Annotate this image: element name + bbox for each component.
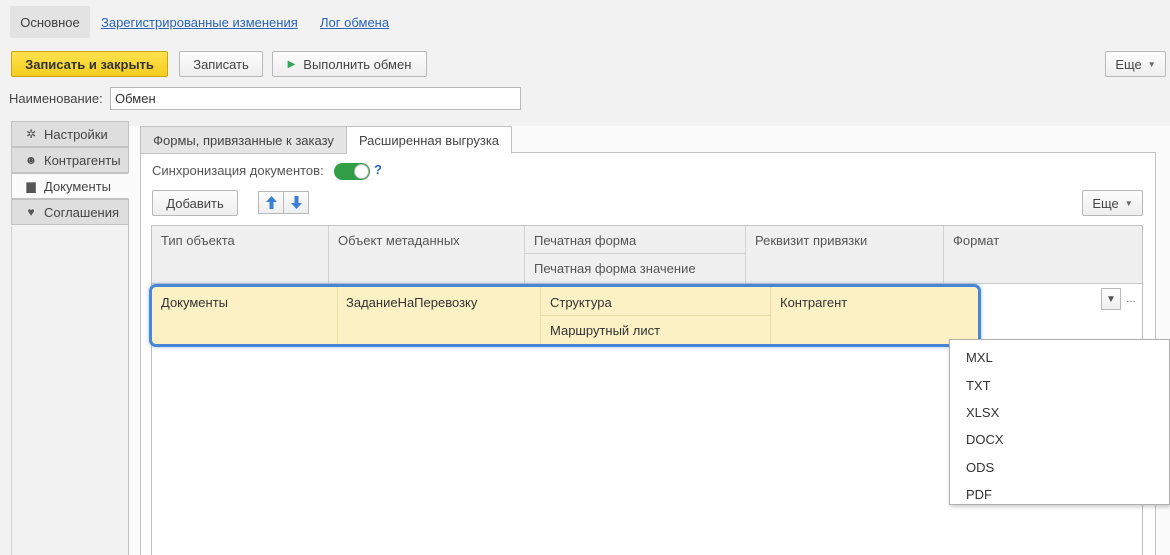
column-header-format[interactable]: Формат bbox=[944, 226, 1142, 284]
column-header-type[interactable]: Тип объекта bbox=[152, 226, 329, 284]
format-option-mxl[interactable]: MXL bbox=[950, 344, 1169, 371]
column-header-print-form-value[interactable]: Печатная форма значение bbox=[525, 254, 746, 284]
gear-icon: ✲ bbox=[25, 127, 37, 141]
tab-label: Формы, привязанные к заказу bbox=[153, 132, 334, 148]
sidetab-label: Настройки bbox=[44, 126, 108, 142]
ellipsis-icon: … bbox=[1126, 293, 1136, 305]
sync-label: Синхронизация документов: bbox=[152, 163, 324, 178]
format-option-pdf[interactable]: PDF bbox=[950, 481, 1169, 508]
list-more-label: Еще bbox=[1092, 195, 1119, 211]
move-down-button[interactable] bbox=[283, 191, 309, 214]
sidetab-label: Контрагенты bbox=[44, 152, 121, 168]
more-button[interactable]: Еще ▼ bbox=[1105, 51, 1166, 77]
save-button[interactable]: Записать bbox=[179, 51, 263, 77]
column-header-attribute[interactable]: Реквизит привязки bbox=[746, 226, 944, 284]
arrow-up-icon bbox=[265, 196, 277, 209]
tab-order-forms[interactable]: Формы, привязанные к заказу bbox=[140, 126, 347, 154]
arrow-down-icon bbox=[290, 196, 302, 209]
sidetab-label: Документы bbox=[44, 178, 112, 194]
cell-divider bbox=[541, 315, 770, 316]
add-label: Добавить bbox=[166, 195, 224, 211]
format-option-txt[interactable]: TXT bbox=[950, 371, 1169, 398]
sidetab-settings[interactable]: ✲ Настройки bbox=[11, 121, 129, 147]
cell-attribute[interactable]: Контрагент bbox=[771, 295, 847, 310]
format-option-xlsx[interactable]: XLSX bbox=[950, 399, 1169, 426]
nav-link-registered-changes[interactable]: Зарегистрированные изменения bbox=[101, 15, 298, 30]
sidetabs-filler bbox=[11, 226, 129, 555]
cell-type[interactable]: Документы bbox=[152, 295, 228, 310]
save-and-close-label: Записать и закрыть bbox=[25, 56, 154, 72]
more-label: Еще bbox=[1115, 56, 1142, 72]
tab-label: Расширенная выгрузка bbox=[358, 132, 500, 148]
tab-extended-export[interactable]: Расширенная выгрузка bbox=[346, 126, 512, 154]
run-exchange-button[interactable]: ▶ Выполнить обмен bbox=[272, 51, 427, 77]
nav-tab-main[interactable]: Основное bbox=[10, 6, 90, 38]
sidetab-label: Соглашения bbox=[44, 204, 120, 220]
people-icon: ☻ bbox=[24, 153, 38, 167]
sync-toggle[interactable] bbox=[334, 163, 370, 180]
sidetab-contractors[interactable]: ☻ Контрагенты bbox=[11, 147, 129, 173]
column-header-print-form[interactable]: Печатная форма bbox=[525, 226, 746, 254]
add-button[interactable]: Добавить bbox=[152, 190, 238, 216]
name-label: Наименование: bbox=[9, 91, 103, 106]
nav-link-exchange-log[interactable]: Лог обмена bbox=[320, 15, 389, 30]
cell-metadata-object[interactable]: ЗаданиеНаПеревозку bbox=[337, 295, 477, 310]
format-dropdown-list: MXL TXT XLSX DOCX ODS PDF bbox=[949, 339, 1170, 505]
sidetab-agreements[interactable]: ♥ Соглашения bbox=[11, 199, 129, 225]
chevron-down-icon: ▼ bbox=[1124, 198, 1133, 208]
document-icon: ▆ bbox=[26, 179, 36, 193]
chevron-down-icon: ▼ bbox=[1147, 59, 1156, 69]
list-more-button[interactable]: Еще ▼ bbox=[1082, 190, 1143, 216]
sidetab-documents[interactable]: ▆ Документы bbox=[11, 173, 129, 199]
handshake-icon: ♥ bbox=[27, 205, 35, 219]
format-option-docx[interactable]: DOCX bbox=[950, 426, 1169, 453]
format-select-button[interactable]: … bbox=[1121, 288, 1141, 310]
chevron-down-icon: ▼ bbox=[1106, 293, 1116, 305]
save-and-close-button[interactable]: Записать и закрыть bbox=[11, 51, 168, 77]
move-up-button[interactable] bbox=[258, 191, 284, 214]
format-option-ods[interactable]: ODS bbox=[950, 454, 1169, 481]
toggle-knob bbox=[354, 164, 369, 179]
run-exchange-label: Выполнить обмен bbox=[303, 56, 412, 72]
play-icon: ▶ bbox=[287, 58, 296, 70]
column-header-metadata[interactable]: Объект метаданных bbox=[329, 226, 525, 284]
format-dropdown-button[interactable]: ▼ bbox=[1101, 288, 1121, 310]
save-label: Записать bbox=[193, 56, 249, 72]
help-icon[interactable]: ? bbox=[374, 162, 382, 177]
name-input[interactable]: Обмен bbox=[110, 87, 521, 110]
cell-print-form-value[interactable]: Маршрутный лист bbox=[541, 323, 660, 338]
cell-print-form[interactable]: Структура bbox=[541, 295, 612, 310]
